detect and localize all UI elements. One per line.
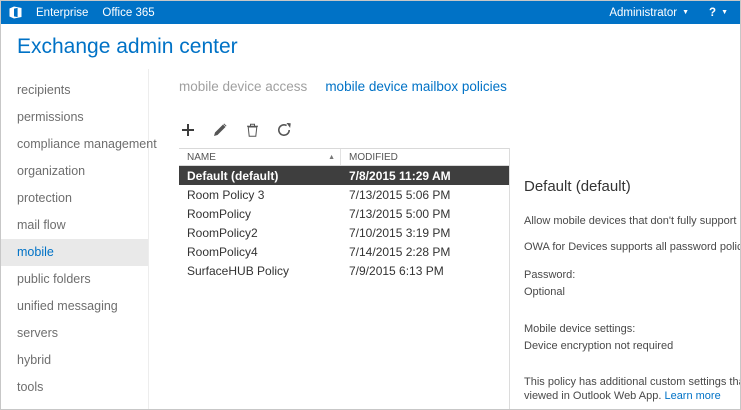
- main-content: mobile device access mobile device mailb…: [149, 69, 740, 409]
- policy-modified-cell: 7/14/2015 2:28 PM: [341, 245, 450, 259]
- policies-table: NAME ▲ MODIFIED Default (default) 7/8/20…: [179, 148, 509, 409]
- details-owa-text: OWA for Devices supports all password po…: [524, 241, 740, 253]
- policy-name-cell: RoomPolicy2: [179, 226, 341, 240]
- sidebar-item-unified-messaging[interactable]: unified messaging: [1, 293, 148, 320]
- password-label: Password:: [524, 267, 740, 284]
- tabs: mobile device access mobile device mailb…: [149, 69, 740, 94]
- table-row[interactable]: Room Policy 3 7/13/2015 5:06 PM: [179, 185, 509, 204]
- custom-settings-note-line2-text: viewed in Outlook Web App.: [524, 390, 661, 402]
- plus-icon: [181, 123, 195, 142]
- edit-button[interactable]: [211, 124, 229, 140]
- policy-modified-cell: 7/10/2015 3:19 PM: [341, 226, 450, 240]
- table-row[interactable]: RoomPolicy4 7/14/2015 2:28 PM: [179, 242, 509, 261]
- refresh-icon: [277, 123, 291, 142]
- help-menu[interactable]: ? ▼: [709, 7, 728, 19]
- details-intro-text: Allow mobile devices that don't fully su…: [524, 215, 740, 227]
- delete-button[interactable]: [243, 124, 261, 140]
- table-body: Default (default) 7/8/2015 11:29 AM Room…: [179, 166, 509, 280]
- topbar: Enterprise Office 365 Administrator ▼ ? …: [1, 1, 740, 24]
- chevron-down-icon: ▼: [721, 9, 728, 16]
- device-settings-section: Mobile device settings: Device encryptio…: [524, 321, 740, 355]
- policy-name-cell: RoomPolicy: [179, 207, 341, 221]
- sidebar-item-compliance-management[interactable]: compliance management: [1, 131, 148, 158]
- table-row[interactable]: RoomPolicy2 7/10/2015 3:19 PM: [179, 223, 509, 242]
- table-row[interactable]: SurfaceHUB Policy 7/9/2015 6:13 PM: [179, 261, 509, 280]
- page-title: Exchange admin center: [17, 35, 724, 59]
- column-header-name-label: NAME: [187, 152, 216, 163]
- sidebar-item-hybrid[interactable]: hybrid: [1, 347, 148, 374]
- sidebar-item-public-folders[interactable]: public folders: [1, 266, 148, 293]
- policy-modified-cell: 7/13/2015 5:06 PM: [341, 188, 450, 202]
- user-menu-label: Administrator: [609, 7, 677, 19]
- custom-settings-note-line1: This policy has additional custom settin…: [524, 375, 740, 389]
- office-logo-icon[interactable]: [9, 6, 22, 19]
- tab-mobile-device-mailbox-policies[interactable]: mobile device mailbox policies: [325, 79, 507, 94]
- column-header-modified[interactable]: MODIFIED: [341, 152, 509, 163]
- policy-name-cell: Default (default): [179, 169, 341, 183]
- sidebar-item-mail-flow[interactable]: mail flow: [1, 212, 148, 239]
- sort-ascending-icon: ▲: [328, 154, 335, 161]
- table-row[interactable]: Default (default) 7/8/2015 11:29 AM: [179, 166, 509, 185]
- trash-icon: [246, 123, 259, 142]
- chevron-down-icon: ▼: [682, 9, 689, 16]
- table-header: NAME ▲ MODIFIED: [179, 148, 509, 166]
- add-button[interactable]: [179, 124, 197, 140]
- policy-modified-cell: 7/8/2015 11:29 AM: [341, 169, 451, 183]
- tab-mobile-device-access[interactable]: mobile device access: [179, 79, 307, 94]
- sidebar-item-recipients[interactable]: recipients: [1, 77, 148, 104]
- sidebar: recipients permissions compliance manage…: [1, 69, 149, 409]
- device-settings-label: Mobile device settings:: [524, 321, 740, 338]
- policy-name-cell: Room Policy 3: [179, 188, 341, 202]
- custom-settings-note-line2: viewed in Outlook Web App. Learn more: [524, 389, 740, 403]
- refresh-button[interactable]: [275, 124, 293, 140]
- details-panel: Default (default) Allow mobile devices t…: [509, 148, 740, 409]
- learn-more-link[interactable]: Learn more: [664, 390, 720, 402]
- topbar-left: Enterprise Office 365: [9, 6, 155, 19]
- policy-modified-cell: 7/9/2015 6:13 PM: [341, 264, 444, 278]
- policy-modified-cell: 7/13/2015 5:00 PM: [341, 207, 450, 221]
- app-window: Enterprise Office 365 Administrator ▼ ? …: [0, 0, 741, 410]
- help-icon: ?: [709, 7, 716, 19]
- content-split: NAME ▲ MODIFIED Default (default) 7/8/20…: [149, 148, 740, 409]
- app-header: Exchange admin center: [1, 24, 740, 69]
- sidebar-item-protection[interactable]: protection: [1, 185, 148, 212]
- topbar-enterprise-link[interactable]: Enterprise: [36, 7, 88, 19]
- password-value: Optional: [524, 284, 740, 301]
- layout: recipients permissions compliance manage…: [1, 69, 740, 409]
- pencil-icon: [213, 123, 227, 142]
- sidebar-item-organization[interactable]: organization: [1, 158, 148, 185]
- toolbar: [149, 94, 740, 148]
- custom-settings-note: This policy has additional custom settin…: [524, 375, 740, 403]
- sidebar-item-permissions[interactable]: permissions: [1, 104, 148, 131]
- policy-name-cell: SurfaceHUB Policy: [179, 264, 341, 278]
- device-settings-value: Device encryption not required: [524, 338, 740, 355]
- table-row[interactable]: RoomPolicy 7/13/2015 5:00 PM: [179, 204, 509, 223]
- details-title: Default (default): [524, 178, 740, 195]
- sidebar-item-tools[interactable]: tools: [1, 374, 148, 401]
- topbar-office365-link[interactable]: Office 365: [102, 7, 154, 19]
- sidebar-item-mobile[interactable]: mobile: [1, 239, 148, 266]
- sidebar-item-servers[interactable]: servers: [1, 320, 148, 347]
- password-section: Password: Optional: [524, 267, 740, 301]
- column-header-name[interactable]: NAME ▲: [179, 149, 341, 165]
- user-menu[interactable]: Administrator ▼: [609, 7, 689, 19]
- topbar-right: Administrator ▼ ? ▼: [609, 7, 728, 19]
- policy-name-cell: RoomPolicy4: [179, 245, 341, 259]
